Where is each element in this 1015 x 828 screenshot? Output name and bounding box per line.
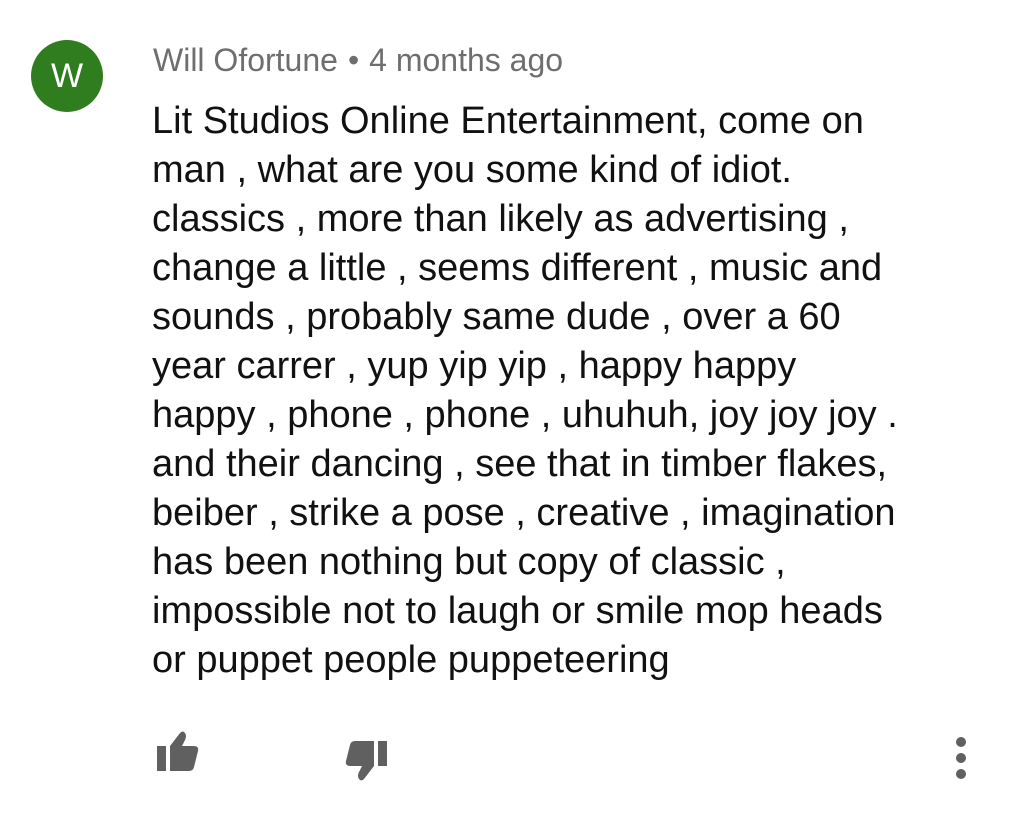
dislike-button[interactable]: [340, 735, 396, 787]
more-vertical-icon: [954, 736, 968, 780]
comment-timestamp[interactable]: 4 months ago: [369, 42, 563, 78]
thumbs-up-icon: [152, 729, 200, 773]
comment-text: Lit Studios Online Entertainment, come o…: [152, 100, 898, 681]
avatar[interactable]: W: [31, 40, 103, 112]
thumbs-down-icon: [344, 739, 392, 783]
author-name[interactable]: Will Ofortune: [153, 42, 338, 78]
avatar-letter: W: [50, 56, 84, 95]
meta-separator: •: [347, 42, 360, 78]
comment-item: W Will Ofortune • 4 months ago Lit Studios…: [0, 0, 1015, 828]
comment-meta: Will Ofortune • 4 months ago: [153, 39, 563, 81]
more-options-button[interactable]: [944, 734, 978, 782]
like-button[interactable]: [148, 725, 204, 777]
